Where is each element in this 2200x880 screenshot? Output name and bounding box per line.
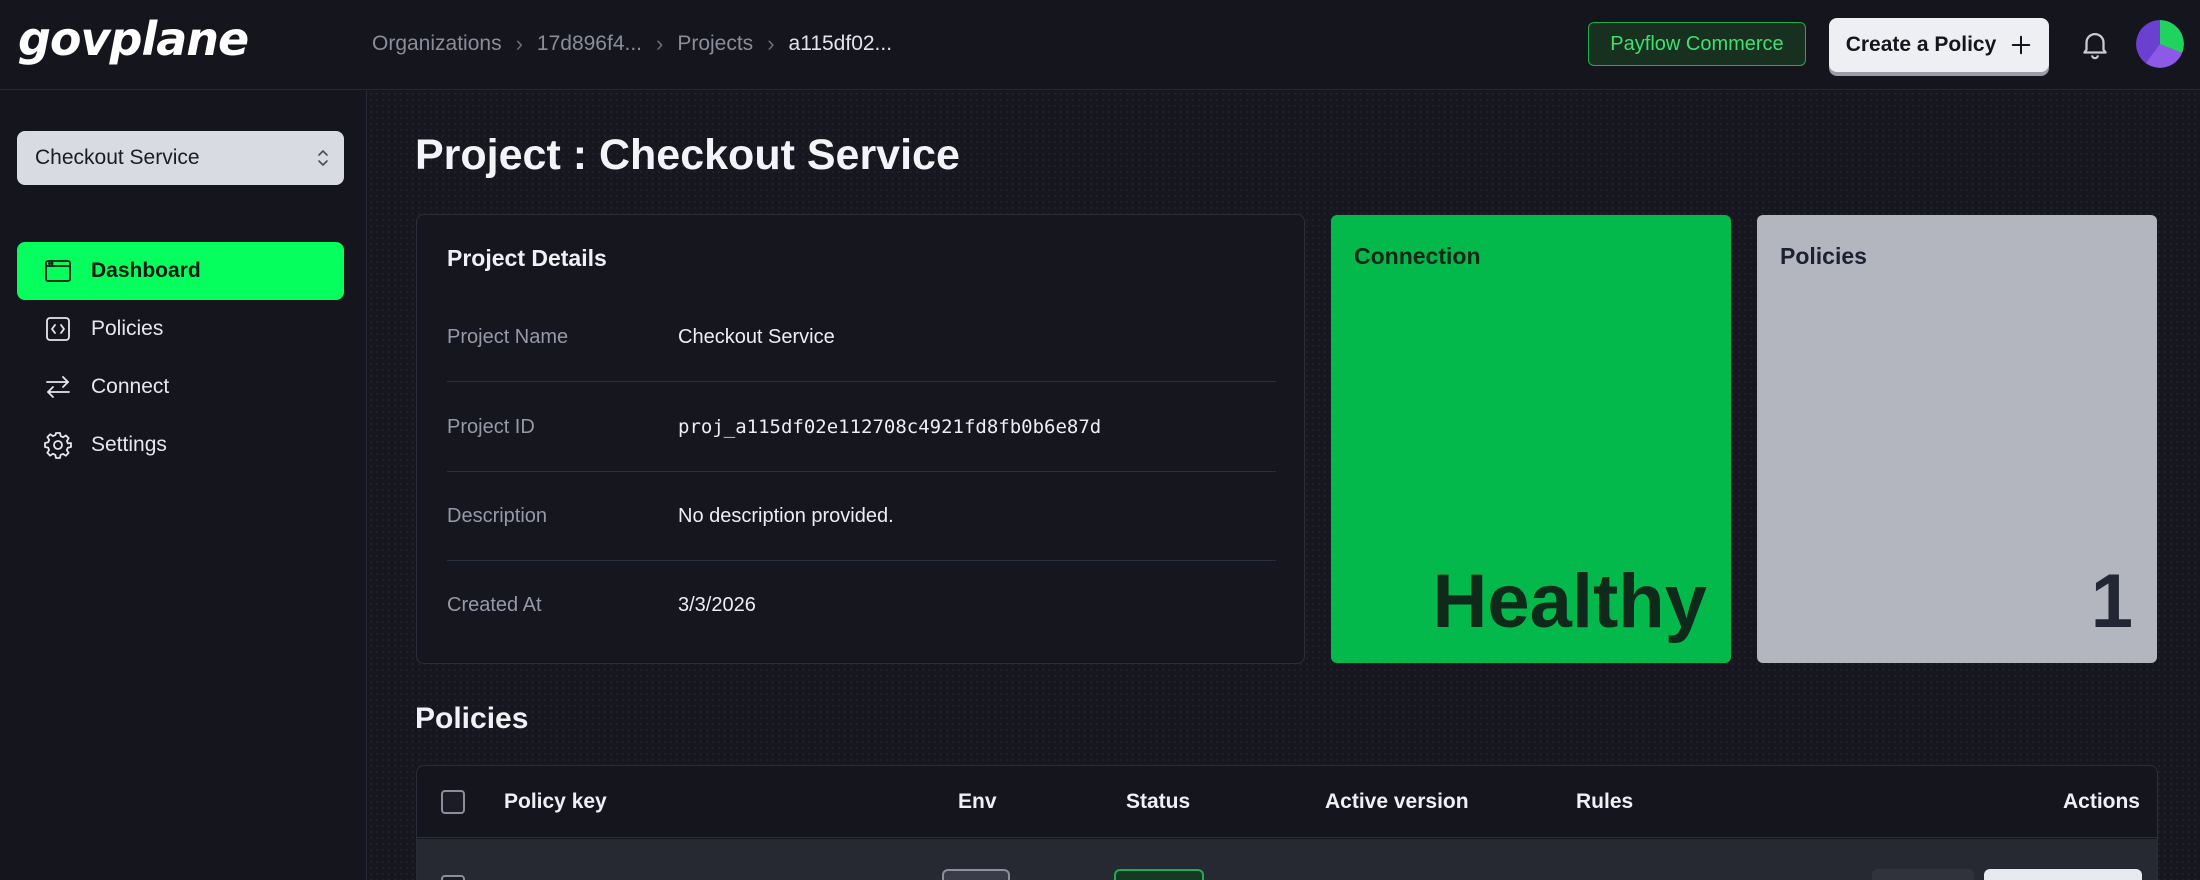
- sidebar-nav: Dashboard Policies Connect Settings: [17, 242, 344, 474]
- detail-row-project-id: Project ID proj_a115df02e112708c4921fd8f…: [447, 383, 1276, 472]
- sidebar-item-policies[interactable]: Policies: [17, 300, 344, 358]
- breadcrumb: Organizations › 17d896f4... › Projects ›…: [372, 31, 892, 57]
- breadcrumb-project-id: a115df02...: [788, 32, 893, 55]
- table-header: Policy key Env Status Active version Rul…: [417, 766, 2157, 838]
- organization-badge[interactable]: Payflow Commerce: [1588, 22, 1806, 66]
- plus-icon: [2012, 35, 2031, 55]
- sidebar-item-label: Dashboard: [91, 259, 201, 282]
- detail-row-created-at: Created At 3/3/2026: [447, 561, 1276, 650]
- project-select[interactable]: Checkout Service: [17, 131, 344, 185]
- create-policy-button[interactable]: Create a Policy: [1829, 18, 2049, 72]
- policies-count-value: 1: [2090, 559, 2133, 644]
- column-active-version[interactable]: Active version: [1325, 790, 1469, 814]
- column-status[interactable]: Status: [1126, 790, 1190, 814]
- policies-count-card: Policies 1: [1757, 215, 2157, 663]
- select-all-checkbox[interactable]: [441, 790, 465, 814]
- detail-row-description: Description No description provided.: [447, 472, 1276, 561]
- column-rules[interactable]: Rules: [1576, 790, 1633, 814]
- sidebar-item-connect[interactable]: Connect: [17, 358, 344, 416]
- env-badge: [942, 869, 1010, 880]
- sidebar-item-label: Settings: [91, 433, 167, 456]
- breadcrumb-organizations[interactable]: Organizations: [372, 32, 502, 56]
- create-policy-label: Create a Policy: [1845, 33, 1997, 56]
- detail-row-project-name: Project Name Checkout Service: [447, 293, 1276, 382]
- bell-icon[interactable]: [2078, 27, 2112, 61]
- gear-icon: [44, 432, 72, 459]
- column-actions: Actions: [2062, 790, 2140, 813]
- detail-key: Description: [447, 504, 548, 527]
- chevron-up-down-icon: [318, 150, 328, 166]
- chevron-right-icon: ›: [515, 31, 523, 56]
- project-select-value: Checkout Service: [35, 146, 200, 169]
- sidebar-item-settings[interactable]: Settings: [17, 416, 344, 474]
- top-bar: govplane Organizations › 17d896f4... › P…: [0, 0, 2200, 90]
- detail-key: Project Name: [447, 325, 569, 348]
- sidebar-item-label: Policies: [91, 317, 164, 340]
- detail-key: Created At: [447, 594, 542, 616]
- chevron-right-icon: ›: [767, 31, 775, 56]
- connection-label: Connection: [1354, 243, 1481, 269]
- sidebar-item-dashboard[interactable]: Dashboard: [17, 242, 344, 300]
- sidebar: Checkout Service Dashboard Policies Conn…: [0, 91, 367, 880]
- detail-value: 3/3/2026: [678, 594, 756, 616]
- row-action-button[interactable]: [1872, 869, 1974, 880]
- table-row[interactable]: [417, 839, 2157, 880]
- app-logo[interactable]: govplane: [18, 12, 249, 66]
- project-details-heading: Project Details: [447, 245, 607, 271]
- main-content: Project : Checkout Service Project Detai…: [368, 91, 2200, 880]
- sidebar-item-label: Connect: [91, 375, 170, 398]
- detail-key: Project ID: [447, 415, 535, 438]
- dashboard-icon: [45, 260, 71, 282]
- code-icon: [46, 317, 70, 341]
- row-checkbox[interactable]: [441, 875, 465, 880]
- policies-section-title: Policies: [415, 702, 529, 735]
- breadcrumb-projects[interactable]: Projects: [677, 32, 753, 56]
- avatar[interactable]: [2136, 20, 2184, 68]
- breadcrumb-org-id[interactable]: 17d896f4...: [537, 32, 642, 56]
- policies-count-label: Policies: [1780, 243, 1867, 269]
- detail-value: No description provided.: [678, 504, 894, 527]
- project-details-card: Project Details Project Name Checkout Se…: [416, 214, 1305, 664]
- connection-status: Healthy: [1432, 559, 1707, 644]
- policies-table: Policy key Env Status Active version Rul…: [416, 765, 2158, 880]
- status-badge: [1114, 869, 1204, 880]
- row-primary-action-button[interactable]: [1984, 869, 2142, 880]
- chevron-right-icon: ›: [656, 31, 664, 56]
- detail-value[interactable]: proj_a115df02e112708c4921fd8fb0b6e87d: [678, 416, 1101, 438]
- detail-value: Checkout Service: [678, 325, 835, 348]
- page-title: Project : Checkout Service: [415, 131, 960, 179]
- column-policy-key[interactable]: Policy key: [504, 790, 607, 814]
- connection-card: Connection Healthy: [1331, 215, 1731, 663]
- arrows-swap-icon: [46, 376, 70, 398]
- column-env[interactable]: Env: [958, 790, 997, 814]
